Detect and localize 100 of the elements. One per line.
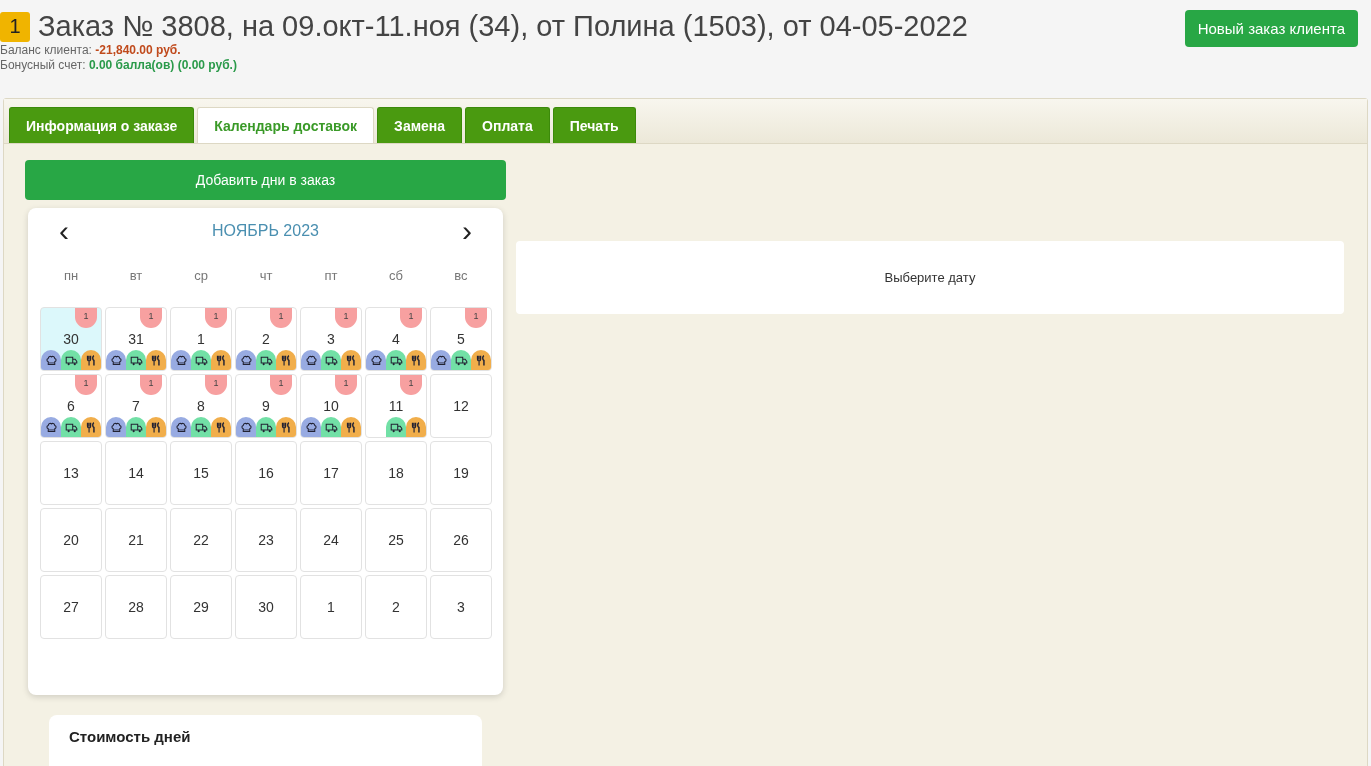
day-cell[interactable]: 16 bbox=[235, 441, 297, 505]
truck-icon bbox=[191, 417, 211, 437]
day-number: 12 bbox=[453, 398, 469, 414]
balance-value: -21,840.00 руб. bbox=[95, 43, 181, 57]
day-cell[interactable]: 1 11 bbox=[365, 374, 427, 438]
day-costs-title: Стоимость дней bbox=[69, 728, 191, 745]
tab[interactable]: Печать bbox=[552, 107, 636, 143]
day-number: 21 bbox=[128, 532, 144, 548]
day-cell[interactable]: 30 bbox=[235, 575, 297, 639]
day-cell[interactable]: 1 2 bbox=[235, 307, 297, 371]
day-number: 17 bbox=[323, 465, 339, 481]
count-badge: 1 bbox=[205, 308, 227, 328]
day-cell[interactable]: 29 bbox=[170, 575, 232, 639]
day-number: 28 bbox=[128, 599, 144, 615]
day-cell[interactable]: 1 7 bbox=[105, 374, 167, 438]
tab[interactable]: Календарь доставок bbox=[197, 107, 375, 143]
fork-knife-icon bbox=[406, 350, 426, 370]
day-cell[interactable]: 15 bbox=[170, 441, 232, 505]
day-cell[interactable]: 24 bbox=[300, 508, 362, 572]
balance-label: Баланс клиента: bbox=[0, 43, 92, 57]
day-cell[interactable]: 25 bbox=[365, 508, 427, 572]
tab[interactable]: Оплата bbox=[465, 107, 550, 143]
chef-hat-icon bbox=[106, 350, 126, 370]
truck-icon bbox=[61, 350, 81, 370]
day-cell[interactable]: 22 bbox=[170, 508, 232, 572]
count-badge: 1 bbox=[75, 308, 97, 328]
day-number: 1 bbox=[327, 599, 335, 615]
day-number: 3 bbox=[327, 331, 335, 347]
day-number: 23 bbox=[258, 532, 274, 548]
day-number: 9 bbox=[262, 398, 270, 414]
count-badge: 1 bbox=[205, 375, 227, 395]
day-cell[interactable]: 3 bbox=[430, 575, 492, 639]
count-badge: 1 bbox=[335, 308, 357, 328]
order-badge: 1 bbox=[0, 11, 30, 42]
chef-hat-icon bbox=[366, 350, 386, 370]
day-cell[interactable]: 1 1 bbox=[170, 307, 232, 371]
truck-icon bbox=[321, 417, 341, 437]
chef-hat-icon bbox=[236, 417, 256, 437]
truck-icon bbox=[451, 350, 471, 370]
day-cell[interactable]: 1 8 bbox=[170, 374, 232, 438]
day-cell[interactable]: 1 6 bbox=[40, 374, 102, 438]
truck-icon bbox=[386, 417, 406, 437]
day-cell[interactable]: 21 bbox=[105, 508, 167, 572]
fork-knife-icon bbox=[81, 350, 101, 370]
tab[interactable]: Информация о заказе bbox=[9, 107, 195, 143]
day-cell[interactable]: 14 bbox=[105, 441, 167, 505]
day-number: 6 bbox=[67, 398, 75, 414]
day-cell[interactable]: 12 bbox=[430, 374, 492, 438]
tab[interactable]: Замена bbox=[377, 107, 463, 143]
select-date-message: Выберите дату bbox=[884, 270, 976, 285]
day-number: 24 bbox=[323, 532, 339, 548]
truck-icon bbox=[256, 417, 276, 437]
day-cell[interactable]: 1 bbox=[300, 575, 362, 639]
day-cell[interactable]: 28 bbox=[105, 575, 167, 639]
chef-hat-icon bbox=[41, 350, 61, 370]
day-cell[interactable]: 1 30 bbox=[40, 307, 102, 371]
weekday-label: пт bbox=[323, 268, 339, 283]
day-cell[interactable]: 20 bbox=[40, 508, 102, 572]
day-cell[interactable]: 1 5 bbox=[430, 307, 492, 371]
day-cell[interactable]: 18 bbox=[365, 441, 427, 505]
day-cell[interactable]: 1 3 bbox=[300, 307, 362, 371]
day-cell[interactable]: 13 bbox=[40, 441, 102, 505]
month-title: НОЯБРЬ 2023 bbox=[212, 222, 319, 240]
day-cell[interactable]: 2 bbox=[365, 575, 427, 639]
weekday-label: чт bbox=[258, 268, 274, 283]
count-badge: 1 bbox=[270, 308, 292, 328]
count-badge: 1 bbox=[400, 375, 422, 395]
day-cell[interactable]: 26 bbox=[430, 508, 492, 572]
day-number: 22 bbox=[193, 532, 209, 548]
day-number: 2 bbox=[262, 331, 270, 347]
day-cell[interactable]: 1 4 bbox=[365, 307, 427, 371]
day-number: 4 bbox=[392, 331, 400, 347]
day-cell[interactable]: 1 9 bbox=[235, 374, 297, 438]
day-number: 30 bbox=[258, 599, 274, 615]
day-number: 27 bbox=[63, 599, 79, 615]
truck-icon bbox=[256, 350, 276, 370]
day-number: 1 bbox=[197, 331, 205, 347]
bonus-value: 0.00 балла(ов) (0.00 руб.) bbox=[88, 58, 237, 72]
day-cell[interactable]: 19 bbox=[430, 441, 492, 505]
day-number: 5 bbox=[457, 331, 465, 347]
day-cell[interactable]: 27 bbox=[40, 575, 102, 639]
fork-knife-icon bbox=[341, 417, 361, 437]
fork-knife-icon bbox=[406, 417, 426, 437]
day-number: 8 bbox=[197, 398, 205, 414]
fork-knife-icon bbox=[471, 350, 491, 370]
weekday-label: ср bbox=[193, 268, 209, 283]
fork-knife-icon bbox=[341, 350, 361, 370]
truck-icon bbox=[386, 350, 406, 370]
day-number: 11 bbox=[388, 398, 404, 414]
count-badge: 1 bbox=[140, 375, 162, 395]
next-month-button[interactable]: › bbox=[458, 216, 476, 246]
previous-month-button[interactable]: ‹ bbox=[55, 216, 73, 246]
count-badge: 1 bbox=[75, 375, 97, 395]
truck-icon bbox=[126, 350, 146, 370]
chef-hat-icon bbox=[301, 350, 321, 370]
day-cell[interactable]: 17 bbox=[300, 441, 362, 505]
day-cell[interactable]: 1 31 bbox=[105, 307, 167, 371]
day-number: 2 bbox=[392, 599, 400, 615]
day-cell[interactable]: 23 bbox=[235, 508, 297, 572]
day-cell[interactable]: 1 10 bbox=[300, 374, 362, 438]
